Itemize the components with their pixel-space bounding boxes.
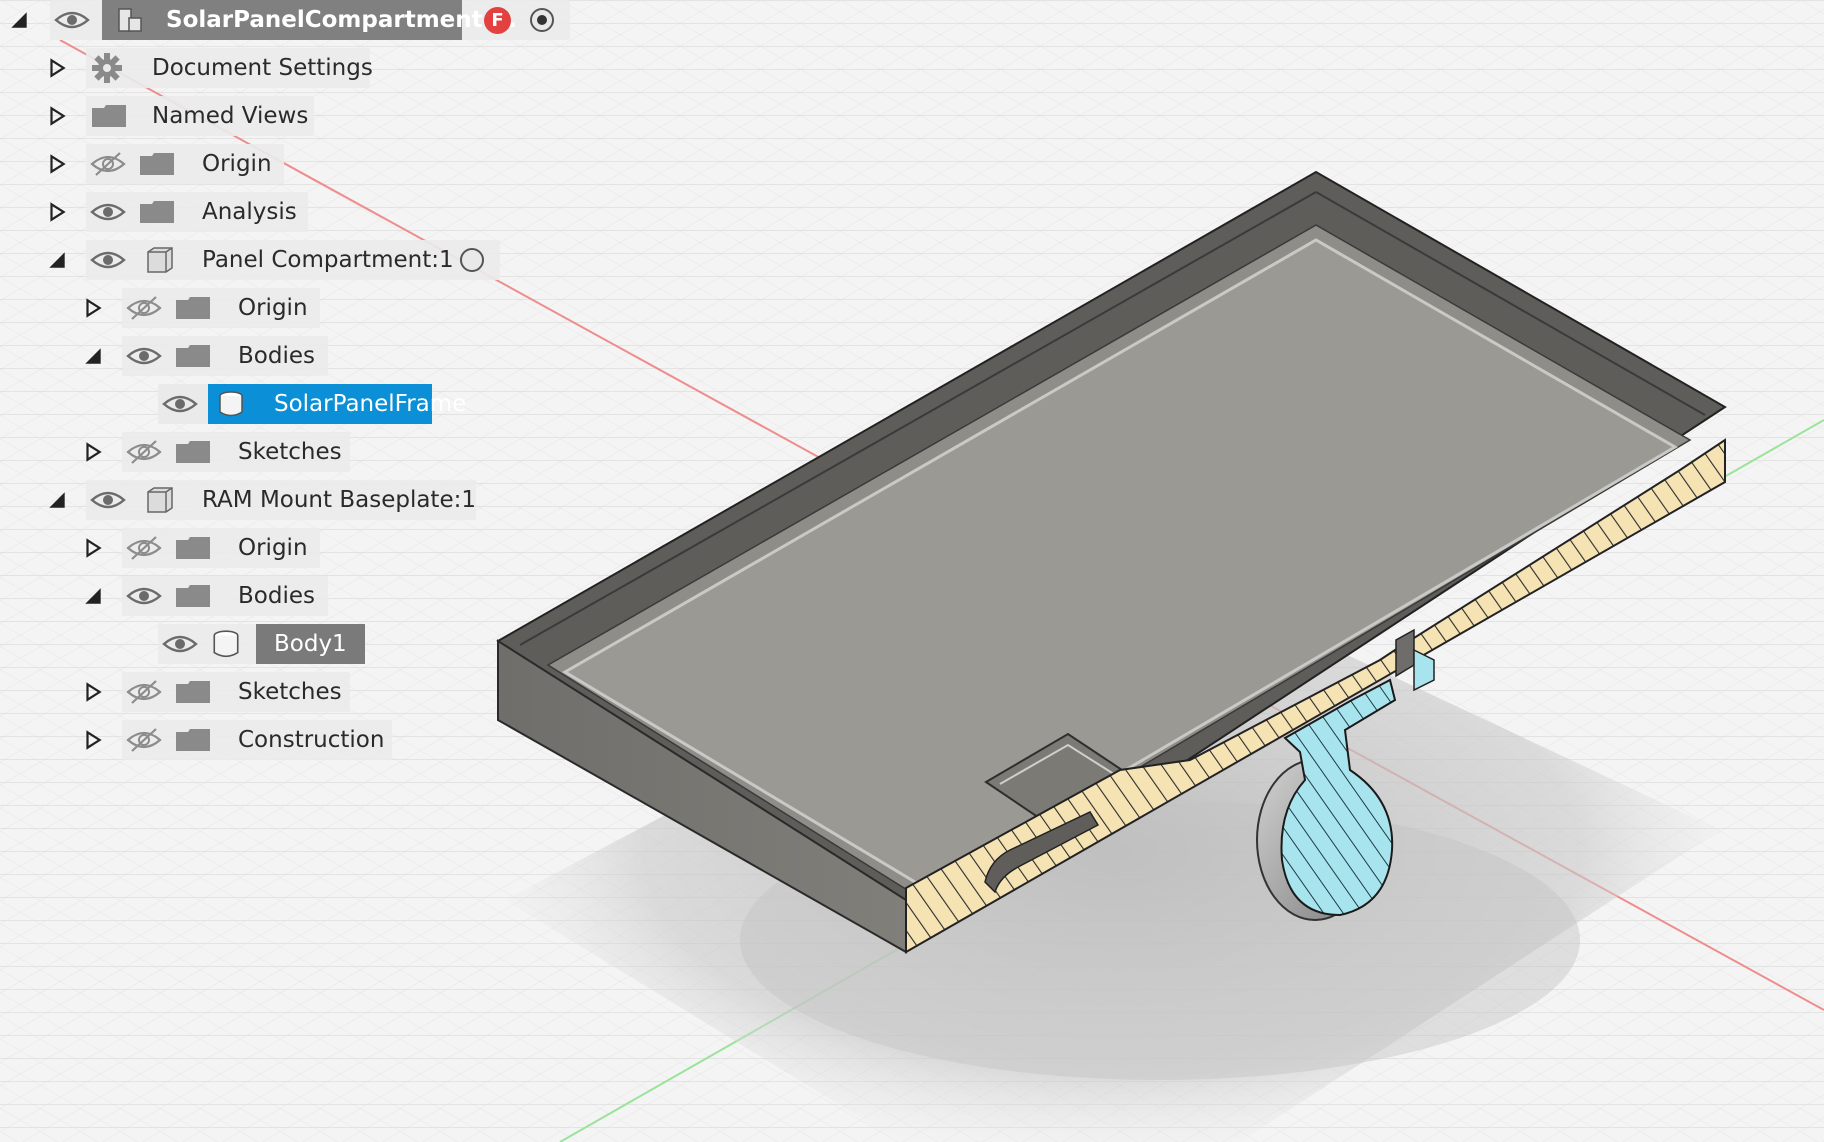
folder-icon	[176, 585, 210, 607]
eye-icon[interactable]	[124, 582, 164, 610]
activate-radio-icon[interactable]	[458, 246, 486, 274]
browser-item-origin-sub[interactable]: Origin	[0, 288, 320, 328]
browser-item-analysis[interactable]: Analysis	[0, 192, 308, 232]
folder-icon	[176, 729, 210, 751]
component-icon	[147, 247, 173, 273]
browser-panel: SolarPanelCompartment ... F Document Set…	[0, 0, 600, 780]
collapse-triangle-icon[interactable]	[82, 345, 104, 367]
document-icon	[118, 8, 142, 32]
eye-icon[interactable]	[88, 198, 128, 226]
expand-triangle-icon[interactable]	[46, 153, 68, 175]
item-label: Named Views	[152, 103, 309, 129]
eye-hidden-icon[interactable]	[124, 534, 164, 562]
browser-item-construction[interactable]: Construction	[0, 720, 392, 760]
expand-triangle-icon[interactable]	[46, 201, 68, 223]
expand-triangle-icon[interactable]	[82, 441, 104, 463]
collapse-triangle-icon[interactable]	[46, 249, 68, 271]
expand-triangle-icon[interactable]	[82, 537, 104, 559]
root-component-label: SolarPanelCompartment ...	[166, 7, 517, 33]
eye-icon[interactable]	[88, 246, 128, 274]
browser-item-document-settings[interactable]: Document Settings	[0, 48, 373, 88]
item-label: Sketches	[238, 439, 342, 465]
browser-item-bodies-2[interactable]: Bodies	[0, 576, 328, 616]
gear-icon	[92, 53, 122, 83]
eye-icon[interactable]	[88, 486, 128, 514]
folder-icon	[140, 201, 174, 223]
eye-icon[interactable]	[52, 6, 92, 34]
collapse-triangle-icon[interactable]	[46, 489, 68, 511]
eye-hidden-icon[interactable]	[124, 678, 164, 706]
item-label: Panel Compartment:1	[202, 247, 454, 273]
browser-item-panel-compartment[interactable]: Panel Compartment:1	[0, 240, 500, 280]
expand-triangle-icon[interactable]	[82, 729, 104, 751]
item-label: Body1	[256, 624, 365, 664]
expand-triangle-icon[interactable]	[46, 105, 68, 127]
browser-item-sketches[interactable]: Sketches	[0, 432, 350, 472]
folder-icon	[140, 153, 174, 175]
component-badge: F	[484, 7, 511, 34]
folder-icon	[176, 681, 210, 703]
item-label: Analysis	[202, 199, 297, 225]
item-label: RAM Mount Baseplate:1	[202, 487, 476, 513]
item-label: Construction	[238, 727, 385, 753]
component-icon	[147, 487, 173, 513]
browser-item-sketches-2[interactable]: Sketches	[0, 672, 350, 712]
folder-icon	[176, 297, 210, 319]
eye-hidden-icon[interactable]	[124, 726, 164, 754]
eye-icon[interactable]	[124, 342, 164, 370]
expand-triangle-icon[interactable]	[46, 57, 68, 79]
item-label: Bodies	[238, 343, 315, 369]
item-label: SolarPanelFrame	[274, 391, 467, 417]
eye-hidden-icon[interactable]	[124, 294, 164, 322]
item-label: Origin	[202, 151, 272, 177]
browser-root-row[interactable]: SolarPanelCompartment ... F	[0, 0, 570, 40]
body-icon	[213, 630, 239, 658]
collapse-triangle-icon[interactable]	[8, 9, 30, 31]
collapse-triangle-icon[interactable]	[82, 585, 104, 607]
item-label: Sketches	[238, 679, 342, 705]
eye-hidden-icon[interactable]	[88, 150, 128, 178]
body-icon	[219, 391, 243, 417]
eye-icon[interactable]	[160, 630, 200, 658]
folder-icon	[176, 537, 210, 559]
item-label: Origin	[238, 535, 308, 561]
browser-item-named-views[interactable]: Named Views	[0, 96, 314, 136]
item-label: Bodies	[238, 583, 315, 609]
eye-icon[interactable]	[160, 390, 200, 418]
browser-item-body1[interactable]: Body1	[0, 624, 365, 664]
item-label: Origin	[238, 295, 308, 321]
folder-icon	[176, 345, 210, 367]
folder-icon	[92, 105, 126, 127]
expand-triangle-icon[interactable]	[82, 681, 104, 703]
browser-item-origin-sub2[interactable]: Origin	[0, 528, 320, 568]
browser-item-solarpanelframe[interactable]: SolarPanelFrame	[0, 384, 470, 424]
eye-hidden-icon[interactable]	[124, 438, 164, 466]
folder-icon	[176, 441, 210, 463]
item-label: Document Settings	[152, 55, 373, 81]
expand-triangle-icon[interactable]	[82, 297, 104, 319]
browser-item-origin[interactable]: Origin	[0, 144, 284, 184]
activate-radio-icon[interactable]	[528, 6, 556, 34]
browser-item-ram-mount-baseplate[interactable]: RAM Mount Baseplate:1	[0, 480, 476, 520]
browser-item-bodies[interactable]: Bodies	[0, 336, 328, 376]
